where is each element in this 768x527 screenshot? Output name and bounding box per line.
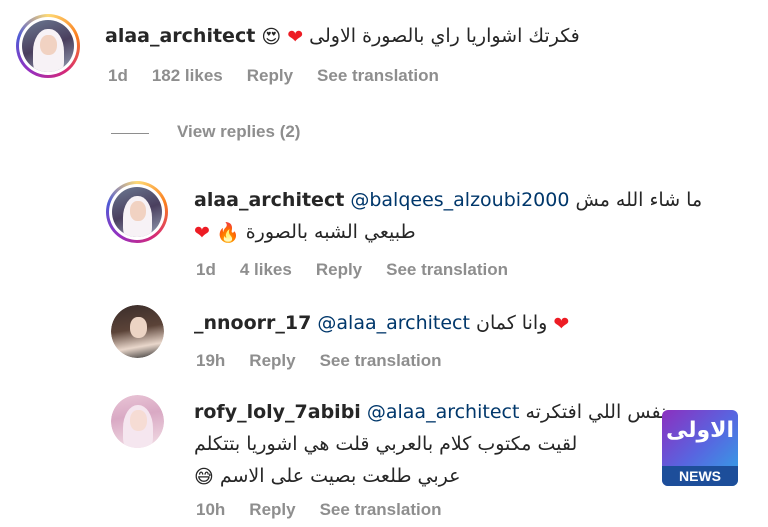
avatar[interactable] xyxy=(106,181,168,243)
see-translation-button[interactable]: See translation xyxy=(386,260,508,280)
news-logo-watermark: الاولى NEWS xyxy=(662,410,738,486)
mention-link[interactable]: @alaa_architect xyxy=(317,312,470,334)
heart-emoji: ❤ xyxy=(553,312,570,335)
reply-username[interactable]: _nnoorr_17 xyxy=(194,312,311,334)
smiling-hearts-emoji: 😍 xyxy=(261,25,282,48)
heart-emoji: ❤ xyxy=(287,25,304,48)
see-translation-button[interactable]: See translation xyxy=(317,66,439,86)
see-translation-button[interactable]: See translation xyxy=(320,351,442,371)
reply-username[interactable]: rofy_loly_7abibi xyxy=(194,401,361,423)
see-translation-button[interactable]: See translation xyxy=(320,500,442,520)
reply-text-line-3: عربي طلعت بصيت على الاسم xyxy=(219,465,461,487)
avatar[interactable] xyxy=(16,14,80,78)
reply-text-line-1: وانا كمان xyxy=(476,312,548,334)
comment-text: فكرتك اشواريا راي بالصورة الاولى xyxy=(309,25,580,47)
mention-link[interactable]: @alaa_architect xyxy=(367,401,520,423)
reply-time: 1d xyxy=(196,260,216,279)
reply-button[interactable]: Reply xyxy=(316,260,362,280)
sweat-smile-emoji: 😅 xyxy=(194,465,214,488)
comment-likes[interactable]: 182 likes xyxy=(152,66,223,86)
view-replies-line xyxy=(111,133,149,134)
comment-username[interactable]: alaa_architect xyxy=(105,25,255,47)
reply-likes[interactable]: 4 likes xyxy=(240,260,292,280)
avatar[interactable] xyxy=(111,305,164,358)
reply-username[interactable]: alaa_architect xyxy=(194,189,344,211)
reply-text-line-2: طبيعي الشبه بالصورة xyxy=(245,221,416,243)
logo-news-label: NEWS xyxy=(662,466,738,486)
reply-text-line-1: ما شاء الله مش xyxy=(575,189,703,211)
comment-time: 1d xyxy=(108,66,128,85)
avatar[interactable] xyxy=(111,395,164,448)
reply-button[interactable]: Reply xyxy=(249,500,295,520)
heart-emoji: ❤ xyxy=(194,221,210,244)
reply-button[interactable]: Reply xyxy=(247,66,293,86)
fire-emoji: 🔥 xyxy=(215,221,240,244)
reply-time: 10h xyxy=(196,500,226,519)
reply-text-line-2: لقيت مكتوب كلام بالعربي قلت هي اشوريا بت… xyxy=(194,433,578,455)
logo-mark: الاولى xyxy=(665,418,735,443)
reply-time: 19h xyxy=(196,351,226,370)
view-replies-button[interactable]: View replies (2) xyxy=(177,122,300,142)
mention-link[interactable]: @balqees_alzoubi2000 xyxy=(350,189,569,211)
reply-text-line-1: نفس اللي افتكرته xyxy=(525,401,667,423)
reply-button[interactable]: Reply xyxy=(249,351,295,371)
